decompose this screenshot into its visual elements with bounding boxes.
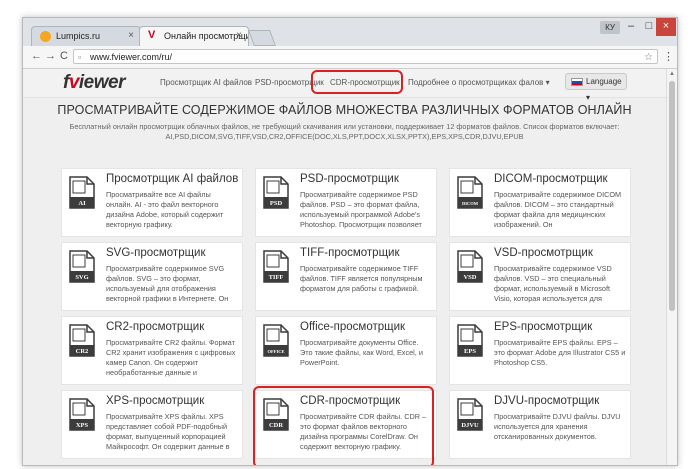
tab-close-icon[interactable]: ×	[236, 30, 242, 41]
icon-label: CR2	[76, 348, 89, 355]
card-title[interactable]: DICOM-просмотрщик	[494, 173, 608, 185]
logo-v: v	[68, 72, 80, 93]
url-input[interactable]: ▫ www.fviewer.com/ru/ ☆	[73, 49, 658, 64]
psd-file-icon: PSD	[263, 176, 289, 209]
title-bar: Lumpics.ru × V Онлайн просмотрщик × КУ –…	[23, 18, 677, 46]
scroll-up-icon[interactable]: ▲	[669, 71, 675, 77]
language-dropdown[interactable]: Language ▾	[565, 73, 627, 102]
icon-label: DICOM	[462, 201, 479, 206]
bookmark-star-icon[interactable]: ☆	[644, 50, 653, 65]
lumpics-favicon-icon	[40, 31, 51, 42]
eps-file-icon: EPS	[457, 324, 483, 357]
card-description: Просматривайте документы Office. Это так…	[300, 338, 423, 367]
card-title[interactable]: XPS-просмотрщик	[106, 395, 204, 407]
back-button[interactable]: ←	[31, 50, 42, 62]
icon-label: XPS	[76, 422, 89, 429]
svg-file-icon: SVG	[69, 250, 95, 283]
card-title[interactable]: TIFF-просмотрщик	[300, 247, 400, 259]
tab-lumpics[interactable]: Lumpics.ru ×	[31, 26, 141, 46]
xps-file-icon: XPS	[69, 398, 95, 431]
icon-label: SVG	[75, 274, 88, 281]
card-description: Просматривайте содержимое PSD файлов. PS…	[300, 190, 422, 229]
card-title[interactable]: Просмотрщик AI файлов	[106, 173, 238, 185]
fviewer-logo[interactable]: fviewer	[63, 72, 126, 94]
icon-label: VSD	[463, 274, 476, 281]
reload-button[interactable]: C	[60, 50, 68, 62]
page-scrollbar[interactable]: ▲	[666, 69, 677, 465]
tab-close-icon[interactable]: ×	[128, 30, 134, 41]
highlight-cdr-card	[253, 386, 434, 465]
russian-flag-icon	[571, 78, 583, 86]
card-description: Просматривайте содержимое VSD файлов. VS…	[494, 264, 612, 303]
web-page: fviewer Просмотрщик AI файлов PSD-просмо…	[23, 69, 666, 465]
djvu-file-icon: DJVU	[457, 398, 483, 431]
page-icon: ▫	[78, 52, 82, 62]
url-text: www.fviewer.com/ru/	[90, 52, 173, 62]
card-title[interactable]: PSD-просмотрщик	[300, 173, 399, 185]
viewer-card[interactable]: XPS XPS-просмотрщик Просматривайте XPS фай…	[61, 390, 243, 459]
viewer-card[interactable]: SVG SVG-просмотрщик Просматривайте содержи…	[61, 242, 243, 311]
page-subtext: Бесплатный онлайн просмотрщик облачных ф…	[69, 122, 620, 141]
forward-button[interactable]: →	[45, 50, 56, 62]
tiff-file-icon: TIFF	[263, 250, 289, 283]
icon-label: DJVU	[461, 422, 479, 429]
fviewer-favicon-icon: V	[148, 29, 156, 41]
viewer-card[interactable]: TIFF TIFF-просмотрщик Просматривайте содер…	[255, 242, 437, 311]
icon-label: OFFICE	[267, 349, 284, 354]
card-description: Просматривайте CR2 файлы. Формат CR2 хра…	[106, 338, 236, 377]
viewer-card[interactable]: AI Просмотрщик AI файлов Просматривайте вс…	[61, 168, 243, 237]
card-title[interactable]: VSD-просмотрщик	[494, 247, 593, 259]
new-tab-button[interactable]	[248, 30, 276, 46]
dicom-file-icon: DICOM	[457, 176, 483, 209]
card-title[interactable]: CR2-просмотрщик	[106, 321, 204, 333]
card-description: Просматривайте DJVU файлы. DJVU использу…	[494, 412, 621, 441]
card-description: Просматривайте содержимое SVG файлов. SV…	[106, 264, 229, 303]
cr2-file-icon: CR2	[69, 324, 95, 357]
viewer-card[interactable]: EPS EPS-просмотрщик Просматривайте EPS фай…	[449, 316, 631, 385]
icon-label: PSD	[270, 200, 283, 207]
highlight-cdr-nav	[311, 70, 403, 94]
browser-window: Lumpics.ru × V Онлайн просмотрщик × КУ –…	[22, 17, 678, 466]
page-headline: ПРОСМАТРИВАЙТЕ СОДЕРЖИМОЕ ФАЙЛОВ МНОЖЕСТ…	[57, 103, 632, 117]
nav-more-viewers[interactable]: Подробнее о просмотрщиках фалов ▾	[408, 78, 550, 87]
card-title[interactable]: Office-просмотрщик	[300, 321, 405, 333]
card-description: Просматривайте все AI файлы онлайн. AI -…	[106, 190, 224, 229]
ai-file-icon: AI	[69, 176, 95, 209]
viewer-card[interactable]: PSD PSD-просмотрщик Просматривайте содержи…	[255, 168, 437, 237]
vsd-file-icon: VSD	[457, 250, 483, 283]
site-navbar: fviewer Просмотрщик AI файлов PSD-просмо…	[23, 69, 666, 102]
tab-fviewer[interactable]: V Онлайн просмотрщик ×	[139, 26, 249, 46]
icon-label: AI	[78, 200, 86, 207]
card-description: Просматривайте EPS файлы. EPS – это форм…	[494, 338, 626, 367]
nav-ai-viewer[interactable]: Просмотрщик AI файлов	[160, 78, 252, 87]
card-title[interactable]: DJVU-просмотрщик	[494, 395, 599, 407]
viewer-card[interactable]: OFFICE Office-просмотрщик Просматривайте д…	[255, 316, 437, 385]
scrollbar-thumb[interactable]	[669, 81, 675, 311]
close-window-button[interactable]: ×	[656, 18, 676, 36]
browser-menu-icon[interactable]: ⋮	[663, 50, 674, 63]
icon-label: TIFF	[269, 274, 284, 281]
icon-label: EPS	[464, 348, 476, 355]
minimize-button[interactable]: –	[622, 18, 640, 36]
profile-button[interactable]: КУ	[600, 21, 620, 34]
card-title[interactable]: SVG-просмотрщик	[106, 247, 206, 259]
viewer-card[interactable]: CR2 CR2-просмотрщик Просматривайте CR2 фай…	[61, 316, 243, 385]
office-file-icon: OFFICE	[263, 324, 289, 357]
card-description: Просматривайте содержимое DICOM файлов. …	[494, 190, 622, 229]
address-bar: ← → C ▫ www.fviewer.com/ru/ ☆ ⋮	[23, 46, 677, 69]
viewer-card[interactable]: DJVU DJVU-просмотрщик Просматривайте DJVU …	[449, 390, 631, 459]
logo-suffix: iewer	[78, 72, 126, 93]
card-title[interactable]: EPS-просмотрщик	[494, 321, 592, 333]
tab-label: Lumpics.ru	[56, 31, 101, 41]
card-description: Просматривайте XPS файлы. XPS представля…	[106, 412, 230, 451]
language-label: Language ▾	[586, 77, 622, 102]
viewer-card[interactable]: DICOM DICOM-просмотрщик Просматривайте сод…	[449, 168, 631, 237]
card-description: Просматривайте содержимое TIFF файлов. T…	[300, 264, 423, 293]
viewer-card[interactable]: VSD VSD-просмотрщик Просматривайте содержи…	[449, 242, 631, 311]
